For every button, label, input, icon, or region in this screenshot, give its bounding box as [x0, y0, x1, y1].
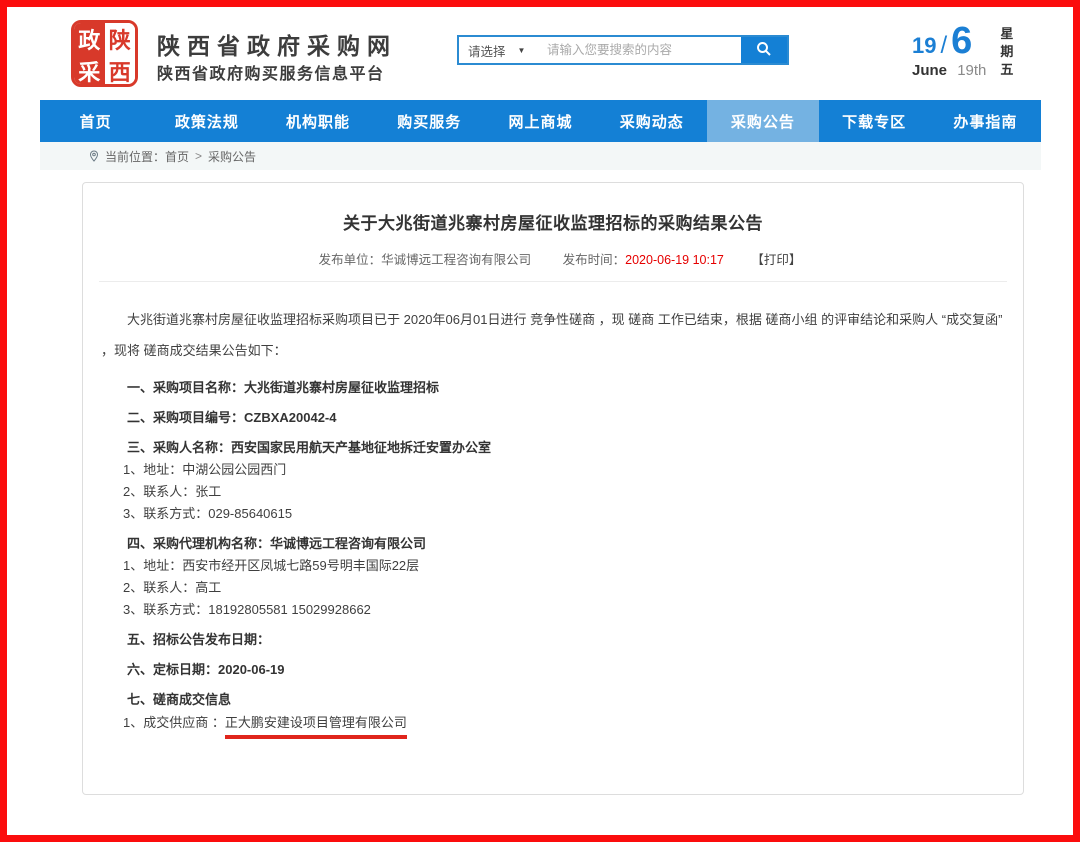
- date-weekday: 星期五: [1000, 25, 1016, 79]
- announcement-meta: 发布单位：华诚博远工程咨询有限公司 发布时间：2020-06-19 10:17 …: [99, 249, 1007, 268]
- winning-supplier-line: 1、成交供应商 ：正大鹏安建设项目管理有限公司: [123, 715, 1005, 739]
- seal-char: 西: [105, 55, 136, 87]
- print-button[interactable]: 【打印】: [751, 253, 801, 267]
- announcement-sections: 一、采购项目名称：大兆街道兆寨村房屋征收监理招标 二、采购项目编号：CZBXA2…: [127, 380, 1005, 739]
- location-pin-icon: [88, 149, 100, 163]
- winning-supplier-label: 1、成交供应商 ：: [123, 715, 225, 730]
- breadcrumb-separator: >: [195, 149, 202, 163]
- date-day: 19: [912, 33, 936, 59]
- section-project-name: 一、采购项目名称：大兆街道兆寨村房屋征收监理招标: [127, 380, 1005, 396]
- section-agency-name: 四、采购代理机构名称：华诚博远工程咨询有限公司: [127, 536, 1005, 552]
- search-button[interactable]: [741, 37, 787, 63]
- date-month-en: June: [912, 62, 947, 79]
- section-announce-date: 五、招标公告发布日期：: [127, 632, 1005, 648]
- seal-char: 政: [74, 23, 105, 55]
- publisher-name: 华诚博远工程咨询有限公司: [381, 253, 531, 267]
- breadcrumb-current[interactable]: 采购公告: [208, 148, 256, 165]
- chevron-down-icon: ▼: [518, 46, 526, 55]
- search-category-value: 请选择: [468, 41, 506, 60]
- date-day-en: 19th: [957, 62, 986, 79]
- announcement-title: 关于大兆街道兆寨村房屋征收监理招标的采购结果公告: [99, 209, 1007, 234]
- announcement-card: 关于大兆街道兆寨村房屋征收监理招标的采购结果公告 发布单位：华诚博远工程咨询有限…: [82, 182, 1024, 795]
- breadcrumb: 当前位置： 首页 > 采购公告: [40, 142, 1041, 170]
- site-subtitle: 陕西省政府购买服务信息平台: [157, 60, 385, 84]
- agency-address: 1、地址：西安市经开区凤城七路59号明丰国际22层: [123, 558, 1005, 574]
- publisher-label: 发布单位：: [319, 253, 382, 267]
- meta-divider: [99, 281, 1007, 282]
- section-deal-info: 七、磋商成交信息: [127, 692, 1005, 708]
- section-award-date: 六、定标日期：2020-06-19: [127, 662, 1005, 678]
- search-bar: 请选择 ▼: [457, 35, 789, 65]
- search-icon: [755, 40, 773, 61]
- nav-item-buy-services[interactable]: 购买服务: [374, 100, 485, 142]
- nav-item-home[interactable]: 首页: [40, 100, 151, 142]
- nav-item-online-mall[interactable]: 网上商城: [485, 100, 596, 142]
- breadcrumb-label: 当前位置：: [105, 148, 165, 165]
- purchaser-contact: 2、联系人：张工: [123, 484, 1005, 500]
- seal-char: 陕: [105, 23, 136, 55]
- search-category-dropdown[interactable]: 请选择 ▼: [459, 37, 539, 63]
- search-input[interactable]: [539, 37, 741, 63]
- section-purchaser-name: 三、采购人名称：西安国家民用航天产基地征地拆迁安置办公室: [127, 440, 1005, 456]
- site-title: 陕西省政府采购网: [157, 27, 397, 61]
- nav-item-procurement-news[interactable]: 采购动态: [596, 100, 707, 142]
- agency-phone: 3、联系方式：18192805581 15029928662: [123, 602, 1005, 618]
- nav-item-procurement-announcements[interactable]: 采购公告: [707, 100, 818, 142]
- publish-time-label: 发布时间：: [563, 253, 626, 267]
- section-project-number: 二、采购项目编号：CZBXA20042-4: [127, 410, 1005, 426]
- agency-contact: 2、联系人：高工: [123, 580, 1005, 596]
- nav-item-policies[interactable]: 政策法规: [151, 100, 262, 142]
- main-nav: 首页 政策法规 机构职能 购买服务 网上商城 采购动态 采购公告 下载专区 办事…: [40, 100, 1041, 142]
- date-slash: /: [940, 32, 947, 60]
- date-widget: 19 / 6 June 19th 星期五: [912, 23, 1016, 79]
- nav-item-functions[interactable]: 机构职能: [262, 100, 373, 142]
- winning-supplier-name: 正大鹏安建设项目管理有限公司: [225, 715, 407, 739]
- announcement-body: 大兆街道兆寨村房屋征收监理招标采购项目已于 2020年06月01日进行 竞争性磋…: [99, 304, 1007, 739]
- purchaser-address: 1、地址：中湖公园公园西门: [123, 462, 1005, 478]
- publish-time-value: 2020-06-19 10:17: [625, 253, 724, 267]
- purchaser-phone: 3、联系方式：029-85640615: [123, 506, 1005, 522]
- breadcrumb-home-link[interactable]: 首页: [165, 148, 189, 165]
- page: 政 陕 采 西 陕西省政府采购网 陕西省政府购买服务信息平台 请选择 ▼ 19 …: [0, 0, 1080, 842]
- announcement-intro: 大兆街道兆寨村房屋征收监理招标采购项目已于 2020年06月01日进行 竞争性磋…: [101, 304, 1005, 366]
- site-seal-logo: 政 陕 采 西: [71, 20, 138, 87]
- nav-item-guide[interactable]: 办事指南: [930, 100, 1041, 142]
- date-month: 6: [951, 23, 972, 59]
- nav-item-downloads[interactable]: 下载专区: [819, 100, 930, 142]
- seal-char: 采: [74, 55, 105, 87]
